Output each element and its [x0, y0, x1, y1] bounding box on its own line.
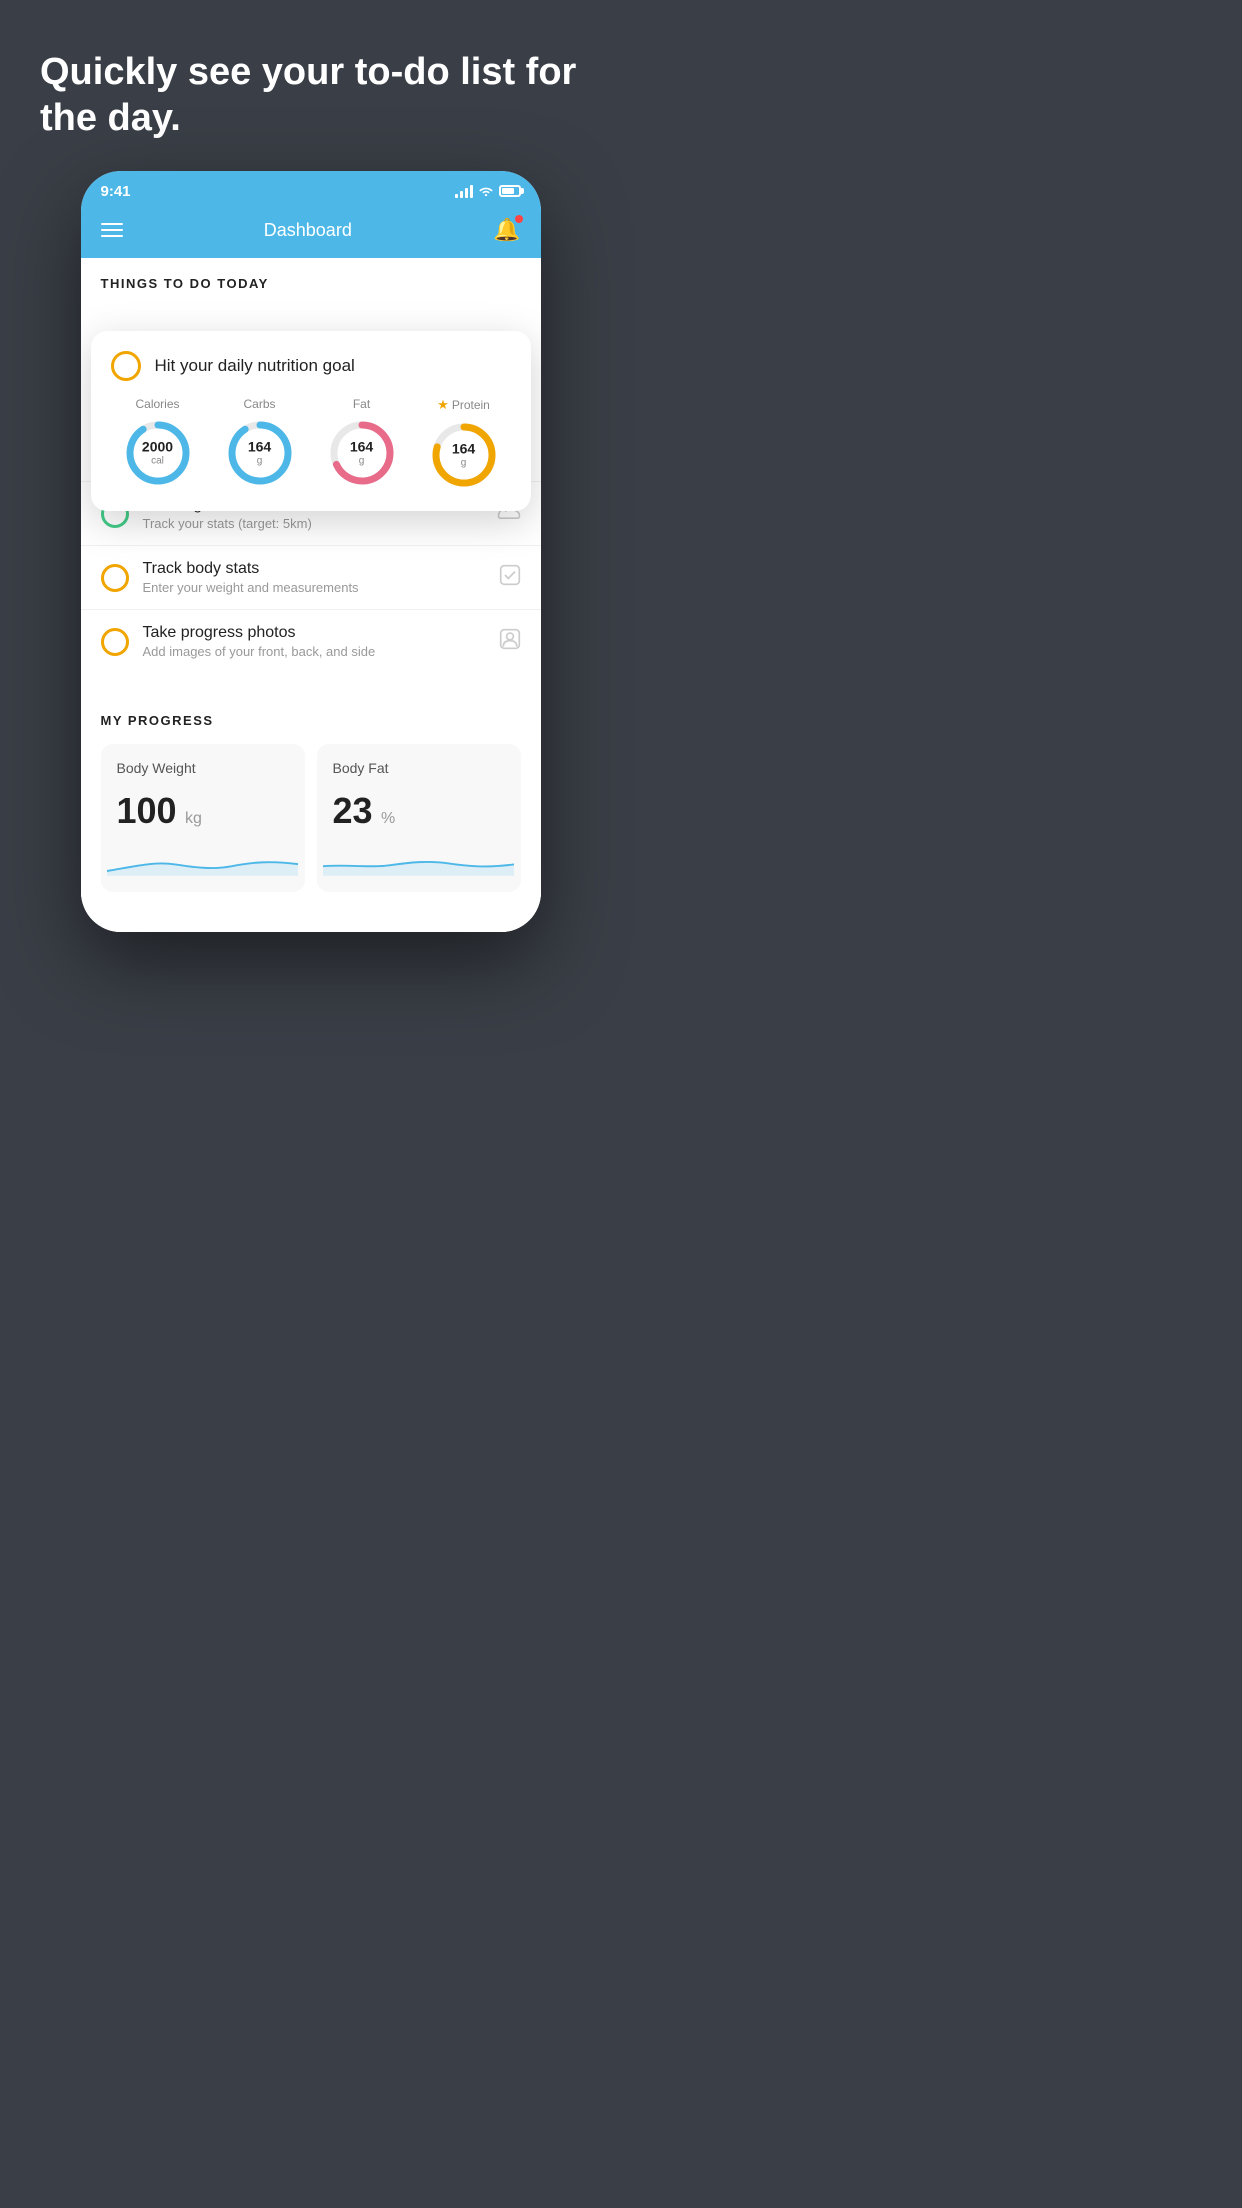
fat-unit: g	[350, 456, 373, 468]
things-to-do-section: THINGS TO DO TODAY	[81, 258, 541, 301]
body-weight-label: Body Weight	[117, 760, 289, 776]
list-item-progress-photos[interactable]: Take progress photos Add images of your …	[81, 609, 541, 673]
nutrition-fat: Fat 164 g	[326, 397, 398, 491]
body-weight-chart	[117, 846, 289, 876]
status-bar: 9:41	[81, 171, 541, 207]
progress-cards: Body Weight 100 kg Bo	[101, 744, 521, 912]
my-progress-section: MY PROGRESS Body Weight 100 kg	[81, 693, 541, 912]
body-stats-subtitle: Enter your weight and measurements	[143, 580, 485, 595]
nutrition-protein: ★ Protein 164 g	[428, 397, 500, 491]
phone-body: THINGS TO DO TODAY Hit your daily nutrit…	[81, 258, 541, 932]
body-weight-value: 100	[117, 790, 177, 831]
phone-mockup: 9:41	[0, 171, 621, 972]
status-time: 9:41	[101, 183, 131, 200]
hero-headline: Quickly see your to-do list for the day.	[40, 50, 581, 141]
calories-donut: 2000 cal	[122, 417, 194, 489]
status-icons	[455, 183, 521, 199]
progress-photos-title: Take progress photos	[143, 624, 485, 642]
fat-label: Fat	[353, 397, 370, 411]
protein-value: 164	[452, 441, 475, 458]
nutrition-carbs: Carbs 164 g	[224, 397, 296, 491]
popup-title: Hit your daily nutrition goal	[155, 356, 355, 376]
things-to-do-title: THINGS TO DO TODAY	[101, 276, 521, 291]
my-progress-title: MY PROGRESS	[101, 713, 521, 728]
nutrition-calories: Calories 2000 cal	[122, 397, 194, 491]
nav-title: Dashboard	[264, 220, 352, 241]
calories-value: 2000	[142, 439, 173, 456]
popup-header: Hit your daily nutrition goal	[111, 351, 511, 381]
fat-value: 164	[350, 439, 373, 456]
body-fat-chart	[333, 846, 505, 876]
calories-label: Calories	[135, 397, 179, 411]
protein-label: ★ Protein	[437, 397, 490, 413]
phone-frame: 9:41	[81, 171, 541, 932]
body-fat-label: Body Fat	[333, 760, 505, 776]
nav-bar: Dashboard 🔔	[81, 207, 541, 258]
battery-icon	[499, 185, 521, 197]
body-weight-unit: kg	[185, 810, 202, 827]
star-icon: ★	[437, 397, 449, 413]
progress-photos-text: Take progress photos Add images of your …	[143, 624, 485, 659]
nutrition-grid: Calories 2000 cal	[111, 397, 511, 491]
wifi-icon	[478, 183, 494, 199]
progress-photos-checkbox[interactable]	[101, 628, 129, 656]
scale-icon	[499, 564, 521, 592]
body-stats-checkbox[interactable]	[101, 564, 129, 592]
menu-button[interactable]	[101, 223, 123, 237]
list-area: Hit your daily nutrition goal Calories	[81, 301, 541, 673]
running-subtitle: Track your stats (target: 5km)	[143, 516, 483, 531]
body-fat-card: Body Fat 23 %	[317, 744, 521, 892]
progress-photos-subtitle: Add images of your front, back, and side	[143, 644, 485, 659]
carbs-donut: 164 g	[224, 417, 296, 489]
person-icon	[499, 628, 521, 656]
carbs-value: 164	[248, 439, 271, 456]
bottom-spacer	[81, 912, 541, 932]
fat-donut: 164 g	[326, 417, 398, 489]
body-fat-value: 23	[333, 790, 373, 831]
notification-badge	[515, 215, 523, 223]
nutrition-popup-card: Hit your daily nutrition goal Calories	[91, 331, 531, 511]
notifications-button[interactable]: 🔔	[493, 217, 520, 243]
body-weight-card: Body Weight 100 kg	[101, 744, 305, 892]
body-stats-text: Track body stats Enter your weight and m…	[143, 560, 485, 595]
hero-section: Quickly see your to-do list for the day.	[0, 0, 621, 171]
carbs-label: Carbs	[243, 397, 275, 411]
protein-unit: g	[452, 458, 475, 470]
body-fat-unit: %	[381, 810, 395, 827]
signal-icon	[455, 184, 473, 198]
nutrition-goal-checkbox[interactable]	[111, 351, 141, 381]
body-stats-title: Track body stats	[143, 560, 485, 578]
carbs-unit: g	[248, 456, 271, 468]
protein-donut: 164 g	[428, 419, 500, 491]
list-item-body-stats[interactable]: Track body stats Enter your weight and m…	[81, 545, 541, 609]
calories-unit: cal	[142, 456, 173, 468]
